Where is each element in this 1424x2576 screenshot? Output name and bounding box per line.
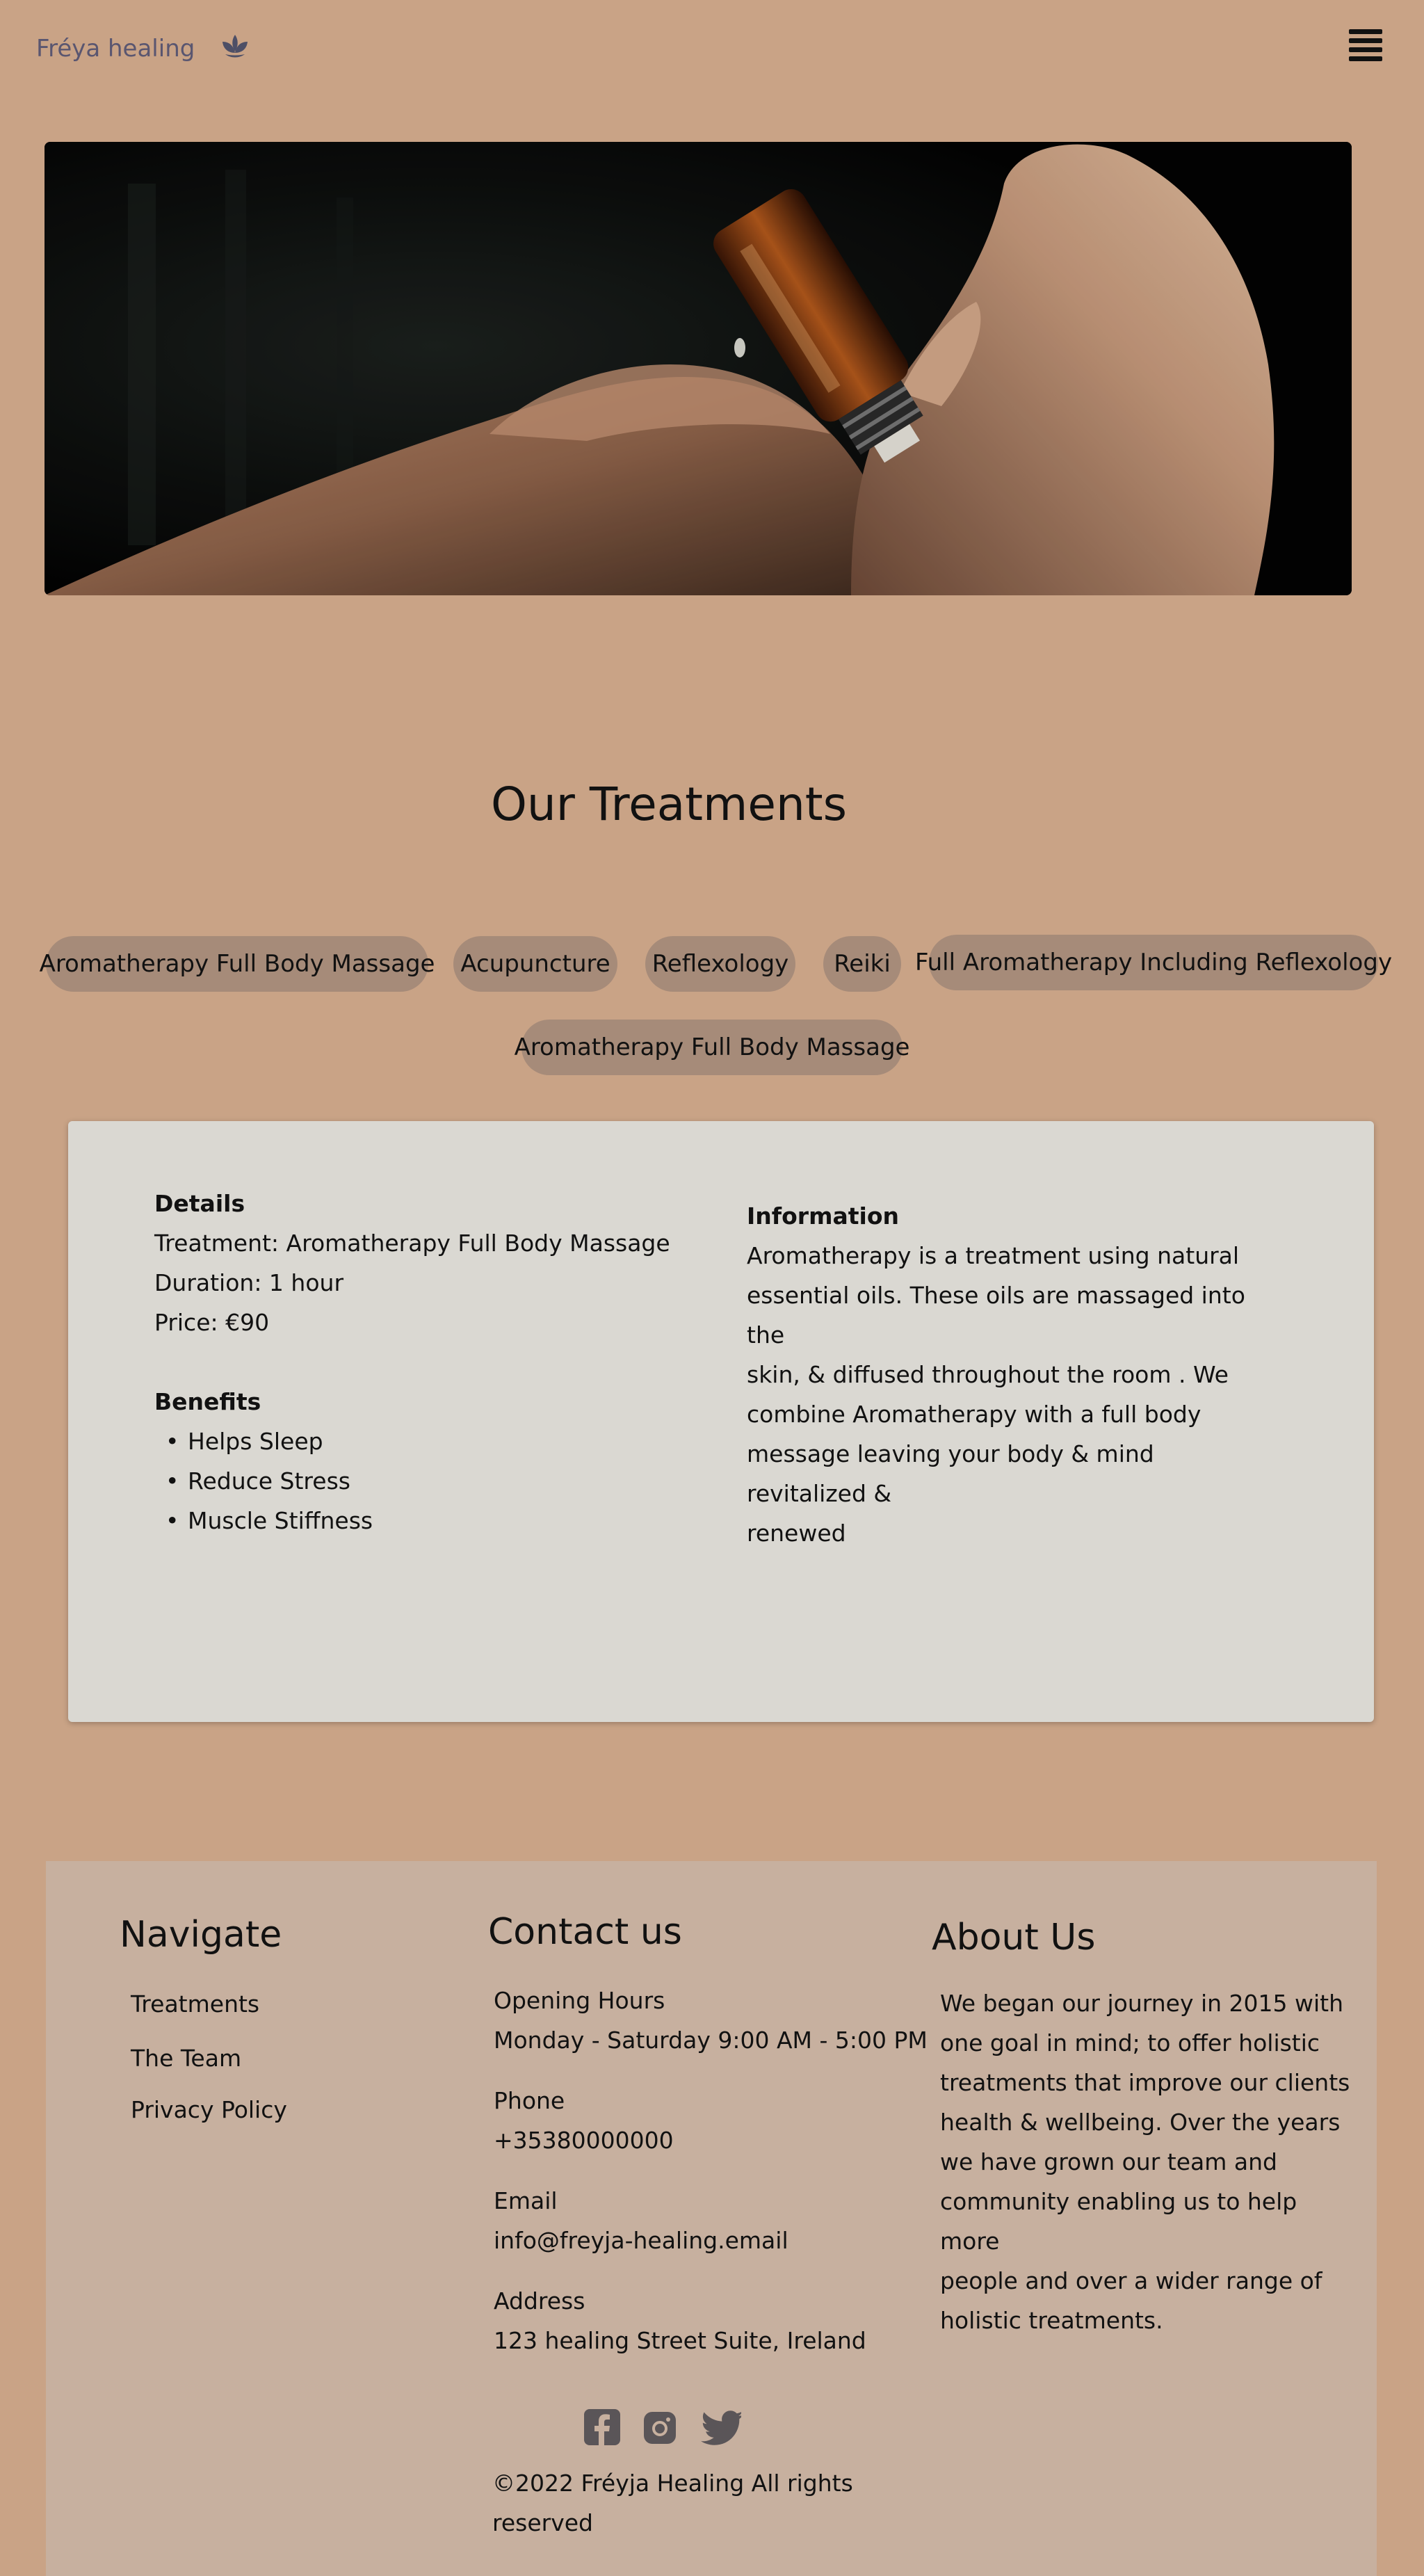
treatment-name: Treatment: Aromatherapy Full Body Massag… [154,1230,670,1257]
copyright-line: ©2022 Fréyja Healing All rights [492,2470,853,2497]
tab-full-aromatherapy-including-reflexology[interactable]: Full Aromatherapy Including Reflexology [915,935,1392,990]
benefit-item: Muscle Stiffness [165,1501,683,1540]
information-column: Information Aromatherapy is a treatment … [747,1196,1261,1553]
about-line: community enabling us to help more [940,2188,1297,2255]
twitter-icon[interactable] [701,2410,741,2445]
address-value: 123 healing Street Suite, Ireland [494,2327,866,2354]
treatment-details-card: Details Treatment: Aromatherapy Full Bod… [68,1121,1374,1722]
about-line: health & wellbeing. Over the years [940,2109,1341,2136]
contact-heading: Contact us [488,1911,682,1953]
about-line: We began our journey in 2015 with [940,1990,1344,2017]
email-label: Email [494,2187,558,2214]
about-line: people and over a wider range of [940,2267,1322,2294]
tab-acupuncture[interactable]: Acupuncture [453,936,617,992]
information-heading: Information [747,1202,899,1230]
tab-aromatherapy-full-body-massage[interactable]: Aromatherapy Full Body Massage [40,936,435,992]
about-text: We began our journey in 2015 with one go… [940,1983,1357,2340]
phone-label: Phone [494,2087,565,2114]
site-header: Fréya healing [0,0,1424,104]
about-heading: About Us [932,1917,1096,1958]
footer-link-privacy-policy[interactable]: Privacy Policy [131,2096,287,2123]
tab-reflexology[interactable]: Reflexology [645,936,795,992]
treatments-title: Our Treatments [490,778,848,831]
about-line: treatments that improve our clients [940,2069,1350,2096]
tab-aromatherapy-full-body-massage-active[interactable]: Aromatherapy Full Body Massage [515,1020,909,1075]
address-label: Address [494,2287,585,2315]
site-footer: Navigate Treatments The Team Privacy Pol… [46,1861,1377,2576]
information-line: Aromatherapy is a treatment using natura… [747,1242,1240,1269]
benefit-item: Reduce Stress [165,1461,683,1501]
information-line: skin, & diffused throughout the room . W… [747,1361,1229,1388]
benefit-item: Helps Sleep [165,1422,683,1461]
brand-name[interactable]: Fréya healing [36,35,195,63]
treatment-duration: Duration: 1 hour [154,1269,344,1296]
instagram-icon[interactable] [642,2410,677,2445]
opening-hours-label: Opening Hours [494,1987,665,2014]
phone-value[interactable]: +35380000000 [494,2120,674,2160]
opening-hours-value: Monday - Saturday 9:00 AM - 5:00 PM [494,2027,928,2054]
facebook-icon[interactable] [583,2408,622,2447]
information-line: combine Aromatherapy with a full body [747,1401,1202,1428]
email-value[interactable]: info@freyja-healing.email [494,2221,788,2260]
about-line: holistic treatments. [940,2307,1163,2334]
treatment-price: Price: €90 [154,1309,270,1336]
tab-reiki[interactable]: Reiki [823,936,901,992]
navigate-heading: Navigate [120,1914,282,1956]
hero-image [44,142,1352,595]
benefits-list: Helps Sleep Reduce Stress Muscle Stiffne… [165,1422,683,1540]
details-heading: Details [154,1190,245,1217]
footer-link-the-team[interactable]: The Team [131,2045,241,2072]
footer-link-treatments[interactable]: Treatments [131,1990,259,2018]
information-line: essential oils. These oils are massaged … [747,1282,1245,1349]
copyright-line: reserved [492,2509,593,2536]
information-line: message leaving your body & mind revital… [747,1440,1154,1507]
aromatherapy-oil-bottle-photo [44,142,1352,595]
about-line: one goal in mind; to offer holistic [940,2029,1320,2056]
information-line: renewed [747,1520,846,1547]
about-line: we have grown our team and [940,2148,1277,2175]
benefits-heading: Benefits [154,1388,261,1415]
lotus-icon [222,35,248,58]
hamburger-menu-icon[interactable] [1349,29,1382,64]
details-column: Details Treatment: Aromatherapy Full Bod… [154,1184,683,1540]
